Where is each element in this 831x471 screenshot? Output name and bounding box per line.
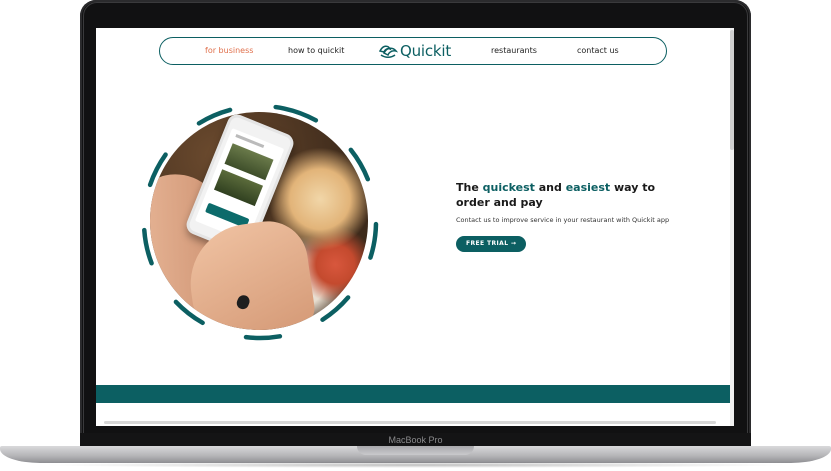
hero-subtext: Contact us to improve service in your re… <box>456 216 670 224</box>
hero-headline: The quickest and easiest way to order an… <box>456 180 686 210</box>
horizontal-scrollbar[interactable] <box>104 421 716 424</box>
vertical-scrollbar-thumb[interactable] <box>730 30 734 150</box>
nav-link-contact-us[interactable]: contact us <box>577 46 619 55</box>
nav-link-for-business[interactable]: for business <box>205 46 253 55</box>
laptop-base-notch <box>357 446 474 455</box>
hero-image <box>140 102 380 342</box>
free-trial-button[interactable]: FREE TRIAL → <box>456 236 527 252</box>
laptop-shadow <box>40 462 791 468</box>
laptop-brand-label: MacBook Pro <box>388 435 443 445</box>
headline-part: The <box>456 181 483 194</box>
logo[interactable]: Quickit <box>378 41 451 61</box>
headline-part: and <box>534 181 566 194</box>
headline-accent-quickest: quickest <box>482 181 535 194</box>
headline-accent-easiest: easiest <box>565 181 611 194</box>
nav-link-how-to-quickit[interactable]: how to quickit <box>288 46 344 55</box>
laptop-screen: for business how to quickit Quickit rest… <box>96 28 734 426</box>
dashed-ring-decoration <box>141 103 379 341</box>
hero-text-block: The quickest and easiest way to order an… <box>456 180 686 252</box>
hand-leaf-icon <box>378 45 398 58</box>
logo-text: Quickit <box>400 42 452 60</box>
footer-band <box>96 385 730 403</box>
navbar: for business how to quickit Quickit rest… <box>159 37 667 65</box>
nav-link-restaurants[interactable]: restaurants <box>491 46 537 55</box>
